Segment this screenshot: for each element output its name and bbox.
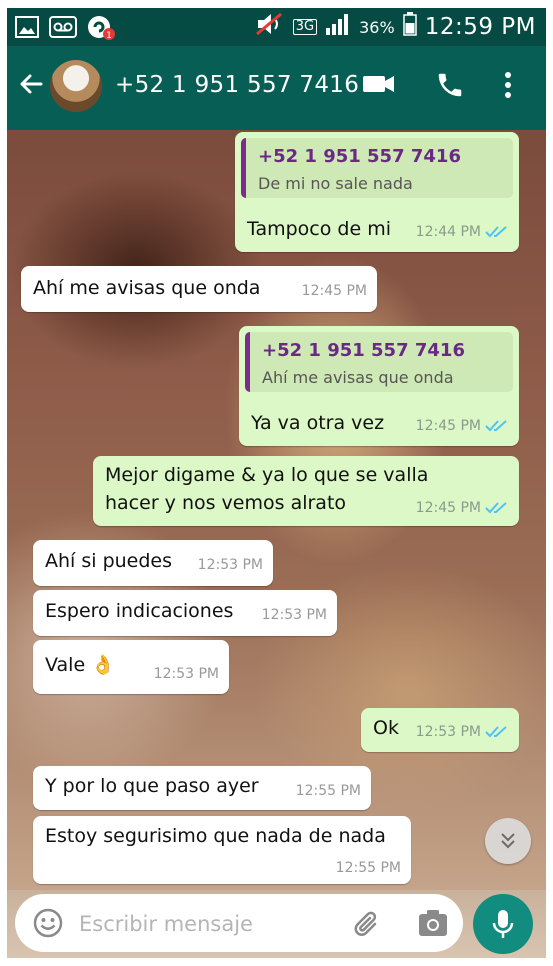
- compose-bar: [7, 890, 546, 958]
- quoted-message[interactable]: +52 1 951 557 7416 De mi no sale nada: [241, 138, 513, 198]
- message-input-container[interactable]: [15, 894, 463, 952]
- message-meta: 12:55 PM: [336, 860, 401, 876]
- gallery-notification-icon: [15, 16, 39, 42]
- message-meta: 12:53 PM: [262, 607, 327, 623]
- message-bubble-incoming[interactable]: Espero indicaciones 12:53 PM: [33, 590, 337, 636]
- message-time: 12:44 PM: [415, 224, 481, 240]
- message-text-line: Mejor digame & ya lo que se valla: [105, 464, 429, 486]
- microphone-icon: [492, 910, 514, 938]
- message-meta: 12:45 PM: [416, 418, 509, 434]
- chat-header: +52 1 951 557 7416: [7, 46, 546, 130]
- message-meta: 12:45 PM: [416, 500, 509, 516]
- message-bubble-outgoing[interactable]: Mejor digame & ya lo que se valla hacer …: [93, 456, 519, 526]
- message-meta: 12:53 PM: [154, 666, 219, 682]
- message-bubble-incoming[interactable]: Estoy segurisimo que nada de nada 12:55 …: [33, 816, 411, 884]
- camera-icon[interactable]: [417, 908, 449, 942]
- message-time: 12:53 PM: [415, 724, 481, 740]
- video-call-icon[interactable]: [362, 70, 396, 102]
- battery-icon: [402, 12, 417, 42]
- contact-name[interactable]: +52 1 951 557 7416: [115, 72, 359, 98]
- battery-percent: 36%: [359, 17, 395, 37]
- message-text: Vale 👌: [45, 654, 115, 676]
- double-chevron-down-icon: [501, 833, 515, 849]
- phone-screen: 1 3G 36% 12:59 PM +52 1 951 557 7416 +52…: [7, 8, 546, 958]
- mute-icon: [255, 12, 285, 42]
- message-text: Ahí me avisas que onda: [33, 277, 261, 299]
- svg-text:1: 1: [106, 31, 112, 40]
- message-text: Y por lo que paso ayer: [45, 775, 259, 797]
- message-bubble-outgoing[interactable]: +52 1 951 557 7416 Ahí me avisas que ond…: [239, 326, 519, 446]
- message-text: Estoy segurisimo que nada de nada: [45, 825, 386, 847]
- message-text: Tampoco de mi: [247, 218, 391, 240]
- message-text: Ok: [373, 717, 399, 739]
- message-meta: 12:45 PM: [302, 283, 367, 299]
- message-time: 12:55 PM: [335, 860, 401, 876]
- message-bubble-outgoing[interactable]: +52 1 951 557 7416 De mi no sale nada Ta…: [235, 132, 519, 252]
- app-notification-icon: 1: [87, 14, 115, 44]
- message-bubble-incoming[interactable]: Ahí me avisas que onda 12:45 PM: [21, 266, 377, 312]
- message-time: 12:45 PM: [415, 418, 481, 434]
- message-meta: 12:53 PM: [198, 557, 263, 573]
- voice-message-button[interactable]: [473, 894, 533, 954]
- message-meta: 12:44 PM: [416, 224, 509, 240]
- message-text-line: hacer y nos vemos alrato: [105, 492, 347, 514]
- double-check-read-icon: [485, 226, 507, 238]
- signal-icon: [325, 13, 351, 41]
- scroll-to-bottom-button[interactable]: [485, 818, 531, 864]
- message-bubble-incoming[interactable]: Vale 👌 12:53 PM: [33, 640, 229, 694]
- message-time: 12:55 PM: [295, 783, 361, 799]
- message-meta: 12:53 PM: [416, 724, 509, 740]
- message-time: 12:53 PM: [261, 607, 327, 623]
- back-arrow-icon[interactable]: [17, 70, 45, 102]
- message-time: 12:53 PM: [153, 666, 219, 682]
- double-check-read-icon: [485, 726, 507, 738]
- contact-avatar[interactable]: [50, 60, 102, 112]
- voicemail-icon: [49, 16, 77, 42]
- quoted-author: +52 1 951 557 7416: [258, 146, 461, 167]
- message-text: Ahí si puedes: [45, 550, 173, 572]
- more-options-icon[interactable]: [503, 70, 513, 104]
- message-time: 12:53 PM: [197, 557, 263, 573]
- network-type: 3G: [292, 19, 318, 35]
- message-bubble-incoming[interactable]: Y por lo que paso ayer 12:55 PM: [33, 766, 371, 810]
- message-time: 12:45 PM: [415, 500, 481, 516]
- attach-icon[interactable]: [351, 908, 383, 944]
- quoted-text: Ahí me avisas que onda: [262, 368, 454, 387]
- message-bubble-outgoing[interactable]: Ok 12:53 PM: [361, 708, 519, 752]
- message-input[interactable]: [77, 904, 331, 944]
- quoted-text: De mi no sale nada: [258, 174, 413, 193]
- message-time: 12:45 PM: [301, 283, 367, 299]
- quoted-message[interactable]: +52 1 951 557 7416 Ahí me avisas que ond…: [245, 332, 513, 392]
- message-meta: 12:55 PM: [296, 783, 361, 799]
- clock: 12:59 PM: [424, 14, 536, 40]
- message-text: Espero indicaciones: [45, 600, 234, 622]
- message-bubble-incoming[interactable]: Ahí si puedes 12:53 PM: [33, 540, 273, 586]
- message-list[interactable]: +52 1 951 557 7416 De mi no sale nada Ta…: [7, 130, 546, 890]
- double-check-read-icon: [485, 502, 507, 514]
- message-text: Ya va otra vez: [251, 412, 385, 434]
- quoted-author: +52 1 951 557 7416: [262, 340, 465, 361]
- emoji-icon[interactable]: [33, 908, 63, 942]
- voice-call-icon[interactable]: [435, 70, 465, 104]
- double-check-read-icon: [485, 420, 507, 432]
- status-bar: 1 3G 36% 12:59 PM: [7, 8, 546, 46]
